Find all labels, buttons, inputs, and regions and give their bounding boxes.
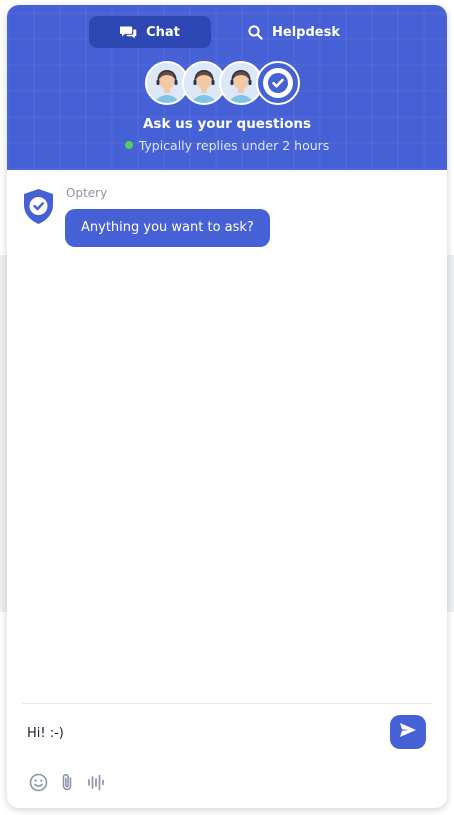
operator-shield-icon [22,188,55,229]
composer-divider [22,703,432,704]
tab-helpdesk[interactable]: Helpdesk [233,16,355,48]
chat-widget: Chat Helpdesk Ask us your questions Typi… [7,5,447,808]
reply-time-status: Typically replies under 2 hours [7,138,447,153]
send-button[interactable] [390,715,426,749]
tab-chat[interactable]: Chat [89,16,211,48]
header-title: Ask us your questions [142,116,312,132]
message-list[interactable]: Optery Anything you want to ask? [7,170,447,703]
voice-icon[interactable] [87,773,105,796]
chat-header: Chat Helpdesk Ask us your questions Typi… [7,5,447,170]
chat-icon [120,25,137,39]
emoji-icon[interactable] [29,773,48,796]
sender-name: Optery [66,186,108,200]
online-status-dot [124,141,133,149]
status-text: Typically replies under 2 hours [138,138,330,153]
brand-logo [256,61,300,105]
tab-chat-label: Chat [146,24,180,40]
message-bubble: Anything you want to ask? [65,209,270,247]
message-input[interactable] [27,719,382,747]
attachment-icon[interactable] [60,773,74,796]
send-icon [399,722,417,742]
search-icon [248,24,263,40]
tab-helpdesk-label: Helpdesk [272,24,340,40]
